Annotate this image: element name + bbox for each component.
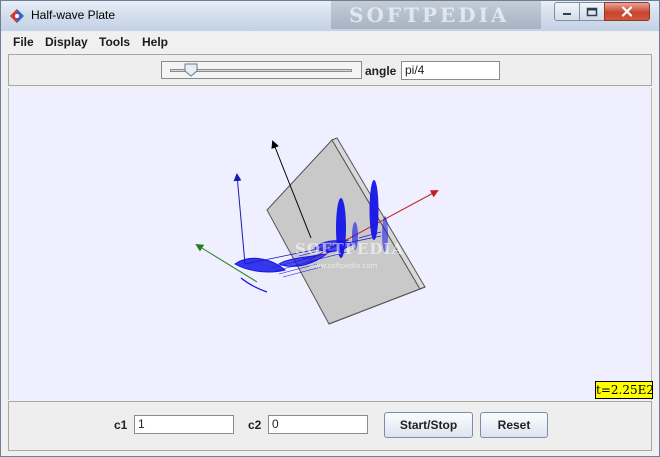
slider-thumb[interactable] <box>184 63 198 77</box>
close-button[interactable] <box>604 2 650 21</box>
maximize-icon <box>586 7 598 16</box>
app-window: SOFTPEDIA Half-wave Plate File Display T… <box>0 0 660 457</box>
start-stop-button[interactable]: Start/Stop <box>384 412 473 438</box>
minimize-button[interactable] <box>554 2 580 21</box>
visualization-canvas[interactable]: SOFTPEDIA www.softpedia.com <box>8 88 652 400</box>
time-readout: t=2.25E2 <box>595 381 654 399</box>
close-icon <box>621 6 633 17</box>
menu-bar: File Display Tools Help <box>1 31 659 53</box>
title-watermark: SOFTPEDIA <box>331 1 541 29</box>
menu-file[interactable]: File <box>13 35 34 49</box>
wave-plot: SOFTPEDIA www.softpedia.com <box>195 137 439 325</box>
angle-label: angle <box>365 64 397 78</box>
menu-help[interactable]: Help <box>142 35 168 49</box>
c1-label: c1 <box>114 418 128 432</box>
c1-input[interactable]: 1 <box>134 415 234 434</box>
reset-button[interactable]: Reset <box>480 412 548 438</box>
angle-slider[interactable] <box>161 61 362 79</box>
c2-input[interactable]: 0 <box>268 415 368 434</box>
menu-display[interactable]: Display <box>45 35 88 49</box>
axis-arrow-blue <box>233 173 246 265</box>
menu-tools[interactable]: Tools <box>99 35 130 49</box>
top-control-panel: angle pi/4 <box>8 54 652 86</box>
title-bar[interactable]: SOFTPEDIA Half-wave Plate <box>1 1 659 31</box>
bottom-control-panel: c1 1 c2 0 Start/Stop Reset <box>8 401 652 451</box>
canvas-watermark-sub: www.softpedia.com <box>309 262 378 270</box>
app-icon <box>10 9 24 23</box>
window-title: Half-wave Plate <box>31 8 116 22</box>
wave-plate <box>266 137 426 325</box>
canvas-watermark: SOFTPEDIA <box>295 240 404 258</box>
maximize-button[interactable] <box>579 2 605 21</box>
minimize-icon <box>563 12 571 15</box>
c2-label: c2 <box>248 418 262 432</box>
angle-input[interactable]: pi/4 <box>401 61 500 80</box>
